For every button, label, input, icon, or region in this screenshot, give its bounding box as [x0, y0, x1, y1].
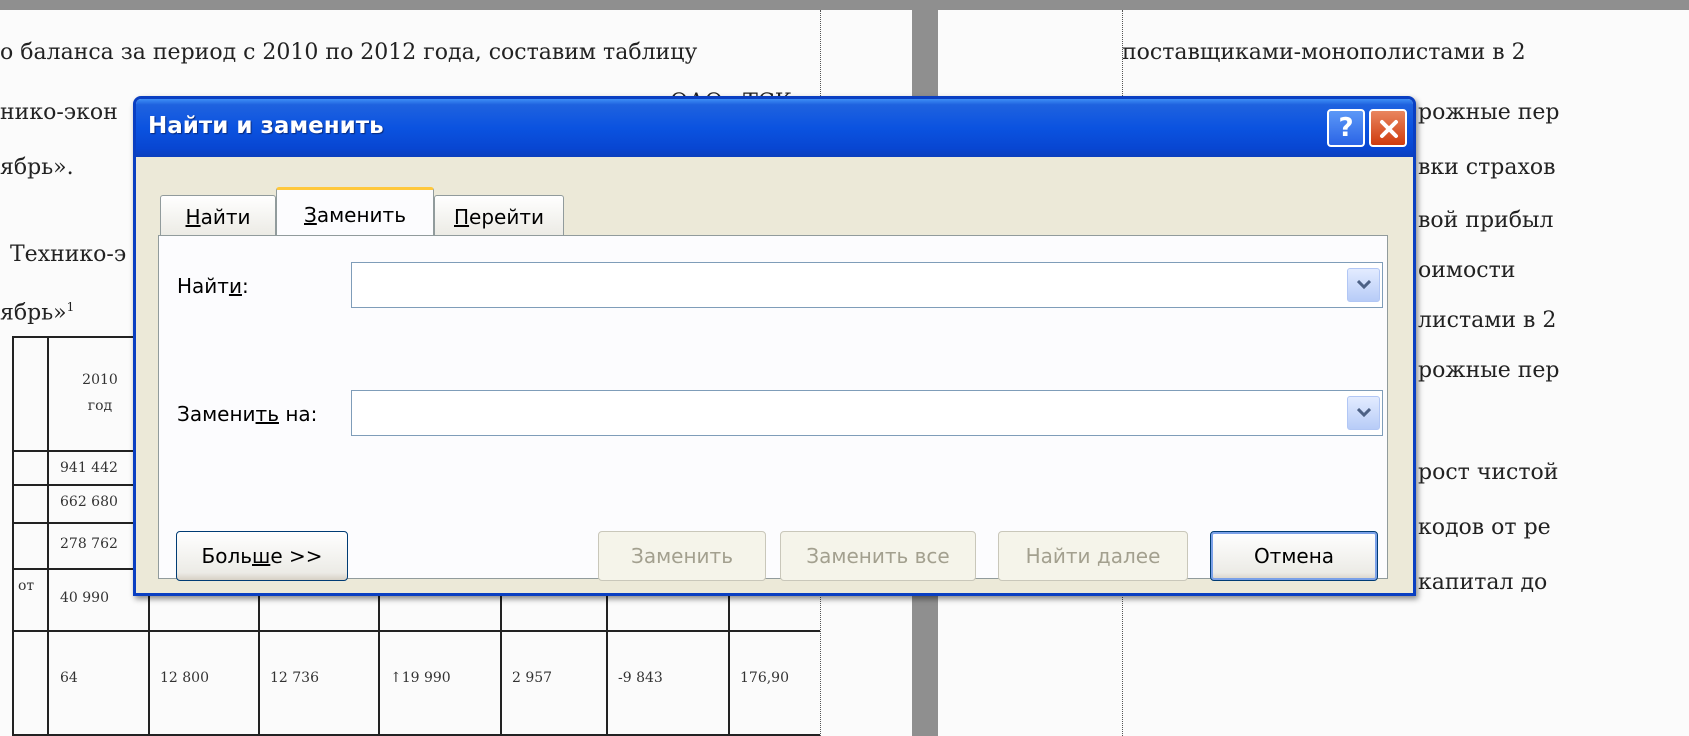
tab-replace[interactable]: Заменить — [276, 187, 434, 235]
doc-text-line: вки страхов — [1418, 155, 1556, 180]
table-header-unit: год — [87, 398, 113, 414]
replace-input[interactable] — [352, 391, 1332, 435]
find-input[interactable] — [352, 263, 1332, 307]
more-button[interactable]: Больше >> — [176, 531, 348, 581]
doc-text-line: вой прибыл — [1418, 208, 1554, 233]
table-cell: от — [18, 578, 35, 594]
doc-text-line: поставщиками-монополистами в 2 — [1122, 40, 1526, 65]
tab-find[interactable]: Найти — [160, 195, 276, 235]
doc-text-line: рожные пер — [1418, 100, 1560, 125]
replace-dropdown-button[interactable] — [1347, 396, 1380, 430]
doc-text-line: нико-экон — [0, 100, 118, 125]
table-cell: -9 843 — [618, 670, 663, 686]
find-label: Найти: — [177, 274, 249, 298]
table-cell: 278 762 — [60, 536, 118, 552]
find-dropdown-button[interactable] — [1347, 268, 1380, 302]
doc-text-line: капитал до — [1418, 570, 1548, 595]
chevron-down-icon — [1357, 280, 1371, 290]
doc-text-line: о баланса за период с 2010 по 2012 года,… — [0, 40, 698, 65]
doc-text-line: оимости — [1418, 258, 1516, 283]
close-icon — [1380, 120, 1398, 138]
doc-text-line: кодов от ре — [1418, 515, 1551, 540]
replace-button[interactable]: Заменить — [598, 531, 766, 581]
table-cell: 2 957 — [512, 670, 553, 686]
help-icon: ? — [1338, 113, 1354, 143]
chevron-down-icon — [1357, 408, 1371, 418]
find-replace-dialog: Найти и заменить ? Найти Заменить Перейт… — [133, 96, 1416, 596]
dialog-title-bar[interactable]: Найти и заменить ? — [136, 99, 1413, 157]
doc-text-line: рожные пер — [1418, 358, 1560, 383]
doc-text-line: ябрь». — [0, 155, 74, 180]
find-combobox[interactable] — [351, 262, 1383, 308]
cancel-button[interactable]: Отмена — [1210, 531, 1378, 581]
tab-panel-replace: Найти: Заменить на: — [158, 235, 1388, 579]
table-cell: ↑19 990 — [390, 670, 451, 686]
doc-text-line: рост чистой — [1418, 460, 1559, 485]
table-cell: 40 990 — [60, 590, 109, 606]
replace-all-button[interactable]: Заменить все — [780, 531, 976, 581]
doc-text-line: ябрь»1 — [0, 300, 75, 326]
table-header-year: 2010 — [82, 372, 118, 388]
table-cell: 176,90 — [740, 670, 789, 686]
close-button[interactable] — [1369, 109, 1407, 147]
table-cell: 12 800 — [160, 670, 209, 686]
table-cell: 941 442 — [60, 460, 118, 476]
doc-text-line: Технико-э — [10, 242, 127, 267]
doc-text-line: листами в 2 — [1418, 308, 1557, 333]
help-button[interactable]: ? — [1327, 109, 1365, 147]
table-cell: 662 680 — [60, 494, 118, 510]
dialog-title: Найти и заменить — [148, 113, 384, 139]
tab-goto[interactable]: Перейти — [434, 195, 564, 235]
table-cell: 64 — [60, 670, 78, 686]
find-next-button[interactable]: Найти далее — [998, 531, 1188, 581]
replace-label: Заменить на: — [177, 402, 318, 426]
table-cell: 12 736 — [270, 670, 319, 686]
replace-combobox[interactable] — [351, 390, 1383, 436]
